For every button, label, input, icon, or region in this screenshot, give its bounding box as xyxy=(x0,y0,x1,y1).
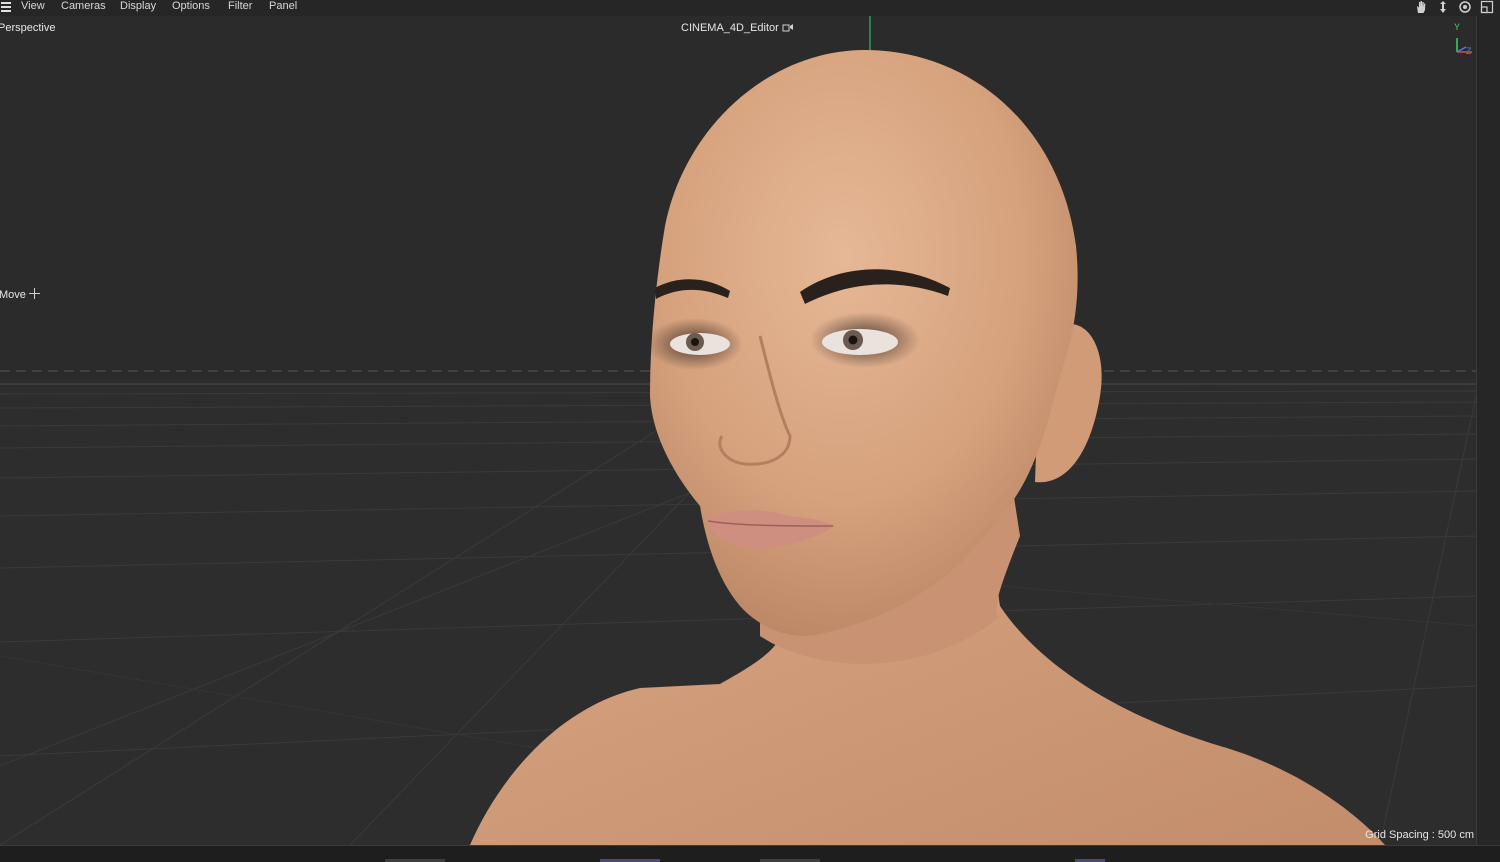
bottom-bar xyxy=(0,845,1500,862)
viewport-menubar: View Cameras Display Options Filter Pane… xyxy=(0,0,1500,16)
axis-label-z: Z xyxy=(1466,46,1472,56)
rotate-icon[interactable] xyxy=(1458,0,1472,14)
move-crosshair-icon xyxy=(28,288,40,299)
move-arrows-icon[interactable] xyxy=(1436,0,1450,14)
tool-label: Move xyxy=(0,288,40,301)
grid-spacing-label: Grid Spacing : 500 cm xyxy=(1365,829,1474,841)
hamburger-icon[interactable] xyxy=(1,2,11,13)
menu-cameras[interactable]: Cameras xyxy=(61,0,106,14)
camera-title[interactable]: CINEMA_4D_Editor xyxy=(681,22,794,34)
view-name-label: Perspective xyxy=(0,22,56,34)
menu-filter[interactable]: Filter xyxy=(228,0,252,14)
menu-options[interactable]: Options xyxy=(172,0,210,14)
camera-name: CINEMA_4D_Editor xyxy=(681,22,779,34)
right-side-strip xyxy=(1476,16,1500,845)
viewport-scene xyxy=(0,16,1476,845)
menu-display[interactable]: Display xyxy=(120,0,156,14)
axis-label-y: Y xyxy=(1454,22,1461,32)
tool-name: Move xyxy=(0,289,26,301)
navigation-icons xyxy=(1409,0,1494,14)
menu-panel[interactable]: Panel xyxy=(269,0,297,14)
menu-view[interactable]: View xyxy=(21,0,45,14)
perspective-viewport[interactable]: Perspective CINEMA_4D_Editor Move Y Z X … xyxy=(0,16,1476,845)
maximize-icon[interactable] xyxy=(1480,0,1494,14)
camera-lock-icon[interactable] xyxy=(782,22,794,32)
hand-pan-icon[interactable] xyxy=(1414,0,1428,14)
